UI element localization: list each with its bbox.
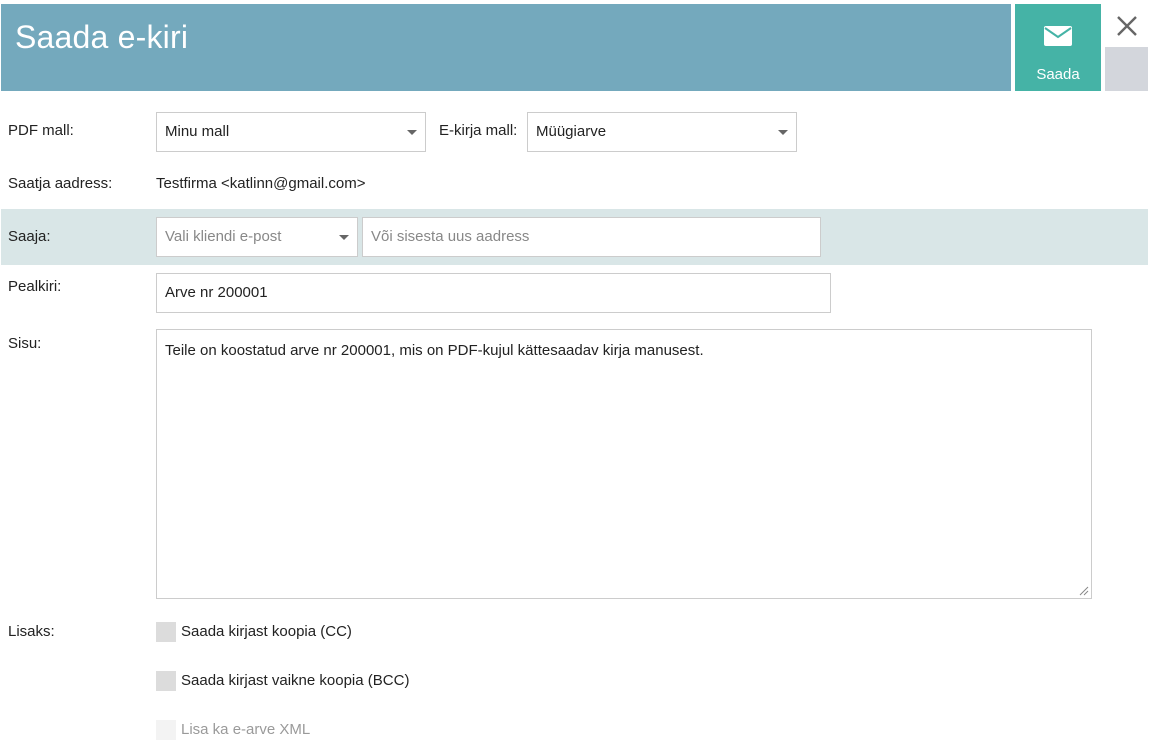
subject-input[interactable]: Arve nr 200001 <box>156 273 831 313</box>
chevron-down-icon <box>407 130 417 135</box>
recipient-select-placeholder: Vali kliendi e-post <box>165 228 282 245</box>
sender-value: Testfirma <katlinn@gmail.com> <box>156 175 366 192</box>
subject-label: Pealkiri: <box>8 278 62 295</box>
body-label: Sisu: <box>8 335 42 352</box>
subject-value: Arve nr 200001 <box>165 284 268 301</box>
side-panel-button[interactable] <box>1105 47 1148 91</box>
dialog-header: Saada e-kiri <box>1 4 1011 91</box>
body-value: Teile on koostatud arve nr 200001, mis o… <box>165 342 704 359</box>
body-textarea[interactable]: Teile on koostatud arve nr 200001, mis o… <box>156 329 1092 599</box>
resize-handle-icon[interactable] <box>1079 586 1089 596</box>
close-icon[interactable] <box>1114 12 1140 40</box>
cc-checkbox[interactable] <box>156 622 176 642</box>
pdf-template-label: PDF mall: <box>8 122 74 139</box>
e-invoice-xml-checkbox-label: Lisa ka e-arve XML <box>181 721 311 738</box>
cc-checkbox-label[interactable]: Saada kirjast koopia (CC) <box>181 623 352 640</box>
recipient-input-placeholder: Või sisesta uus aadress <box>371 228 530 245</box>
email-template-value: Müügiarve <box>536 123 607 140</box>
bcc-checkbox-label[interactable]: Saada kirjast vaikne koopia (BCC) <box>181 672 409 689</box>
recipient-address-input[interactable]: Või sisesta uus aadress <box>362 217 821 257</box>
email-template-label: E-kirja mall: <box>439 122 518 139</box>
recipient-label: Saaja: <box>8 228 51 245</box>
send-button-label: Saada <box>1036 66 1080 83</box>
sender-label: Saatja aadress: <box>8 175 113 192</box>
chevron-down-icon <box>339 235 349 240</box>
pdf-template-select[interactable]: Minu mall <box>156 112 426 152</box>
e-invoice-xml-checkbox <box>156 720 176 740</box>
chevron-down-icon <box>778 130 788 135</box>
extras-label: Lisaks: <box>8 623 55 640</box>
pdf-template-value: Minu mall <box>165 123 230 140</box>
dialog-title: Saada e-kiri <box>15 19 189 55</box>
email-template-select[interactable]: Müügiarve <box>527 112 797 152</box>
recipient-email-select[interactable]: Vali kliendi e-post <box>156 217 358 257</box>
envelope-icon <box>1044 26 1072 46</box>
send-button[interactable]: Saada <box>1015 4 1101 91</box>
bcc-checkbox[interactable] <box>156 671 176 691</box>
